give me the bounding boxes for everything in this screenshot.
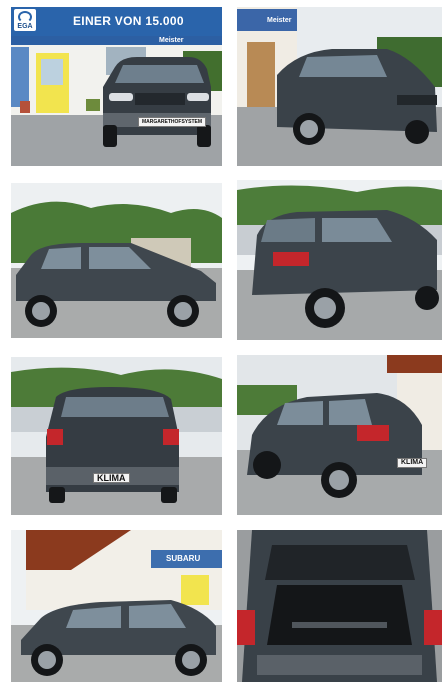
photo-rear-three-quarter[interactable] [237,180,442,340]
photo-side-dealership[interactable]: SUBARU [11,530,222,682]
subaru-sign: SUBARU [166,554,201,563]
dealer-sign-2: Meister [267,17,292,24]
photo-rear-view[interactable]: KLIMA [11,357,222,515]
photo-front-three-quarter[interactable]: Meister [237,7,442,166]
rear-view-scene [11,357,222,515]
side-profile-scene [11,183,222,338]
ega-logo-icon: EGA [14,9,36,31]
photo-gallery-grid: MARGARETHOFSYSTEM EGA EINER VON 15.000 M… [0,0,442,682]
photo-rear-side-angle[interactable]: KLIMA [237,355,442,515]
photo-open-trunk[interactable] [237,530,442,682]
front-quarter-scene [237,7,442,166]
photo-side-profile[interactable] [11,183,222,338]
logo-text: EGA [17,22,33,30]
photo-front-view[interactable]: MARGARETHOFSYSTEM EGA EINER VON 15.000 M… [11,7,222,166]
open-trunk-scene [237,530,442,682]
rear-quarter-scene [237,180,442,340]
dealer-sign: Meister [159,37,184,44]
banner-headline: EINER VON 15.000 [73,14,184,28]
dealership-side-scene [11,530,222,682]
logo-arc [18,10,32,23]
front-license-plate: MARGARETHOFSYSTEM [138,117,206,127]
rear-license-plate: KLIMA [93,473,130,483]
rear-side-scene [237,355,442,515]
rear-license-plate-2: KLIMA [397,458,428,468]
promo-banner: EGA EINER VON 15.000 [11,7,222,36]
